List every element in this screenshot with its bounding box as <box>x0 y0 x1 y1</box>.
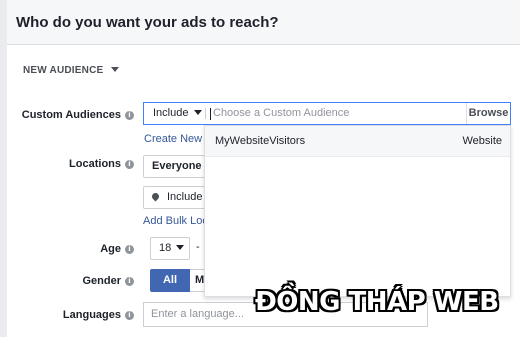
custom-audiences-label-text: Custom Audiences <box>21 109 121 121</box>
gender-all-button[interactable]: All <box>150 269 190 292</box>
audience-name: MyWebsiteVisitors <box>215 135 306 147</box>
include-dropdown[interactable]: Include <box>144 103 206 124</box>
info-icon[interactable]: i <box>125 277 134 286</box>
languages-label-text: Languages <box>62 309 121 321</box>
age-min-dropdown[interactable]: 18 <box>150 237 190 260</box>
info-icon[interactable]: i <box>125 311 134 320</box>
new-audience-dropdown[interactable]: NEW AUDIENCE <box>23 65 120 76</box>
locations-label-text: Locations <box>69 158 121 170</box>
age-label: Age i <box>100 243 134 255</box>
info-icon[interactable]: i <box>125 160 134 169</box>
custom-audience-search-input[interactable]: Choose a Custom Audience <box>213 103 349 124</box>
chevron-down-icon <box>176 244 185 250</box>
age-separator: - <box>196 241 200 253</box>
page-title: Who do you want your ads to reach? <box>16 14 279 31</box>
languages-label: Languages i <box>63 309 134 321</box>
location-include-dropdown[interactable]: Include <box>143 186 205 209</box>
custom-audience-dropdown: MyWebsiteVisitors Website <box>204 125 511 297</box>
info-icon[interactable]: i <box>125 111 134 120</box>
text-cursor <box>210 108 211 120</box>
location-scope-dropdown[interactable]: Everyone in <box>143 155 205 178</box>
list-item[interactable]: MyWebsiteVisitors Website <box>205 126 510 157</box>
audience-type: Website <box>462 135 502 147</box>
age-min-value: 18 <box>159 242 172 254</box>
custom-audience-input-box[interactable]: Include Choose a Custom Audience Browse <box>143 102 511 125</box>
add-bulk-locations-link[interactable]: Add Bulk Loca <box>143 215 204 227</box>
age-label-text: Age <box>100 243 121 255</box>
create-new-link[interactable]: Create New C <box>144 133 202 145</box>
custom-audiences-label: Custom Audiences i <box>22 109 134 121</box>
locations-label: Locations i <box>69 158 134 170</box>
panel-header: Who do you want your ads to reach? <box>7 0 520 45</box>
gender-label: Gender i <box>82 275 134 287</box>
watermark-logo: ĐỒNG THÁP WEB <box>255 287 499 317</box>
gender-label-text: Gender <box>82 275 121 287</box>
location-pin-icon <box>150 191 161 202</box>
chevron-down-icon <box>111 66 120 72</box>
browse-button[interactable]: Browse <box>466 103 510 124</box>
location-include-label: Include <box>167 191 203 203</box>
info-icon[interactable]: i <box>125 245 134 254</box>
include-label: Include <box>153 107 189 119</box>
chevron-down-icon <box>194 109 203 115</box>
new-audience-label: NEW AUDIENCE <box>23 65 104 76</box>
divider <box>205 108 206 119</box>
